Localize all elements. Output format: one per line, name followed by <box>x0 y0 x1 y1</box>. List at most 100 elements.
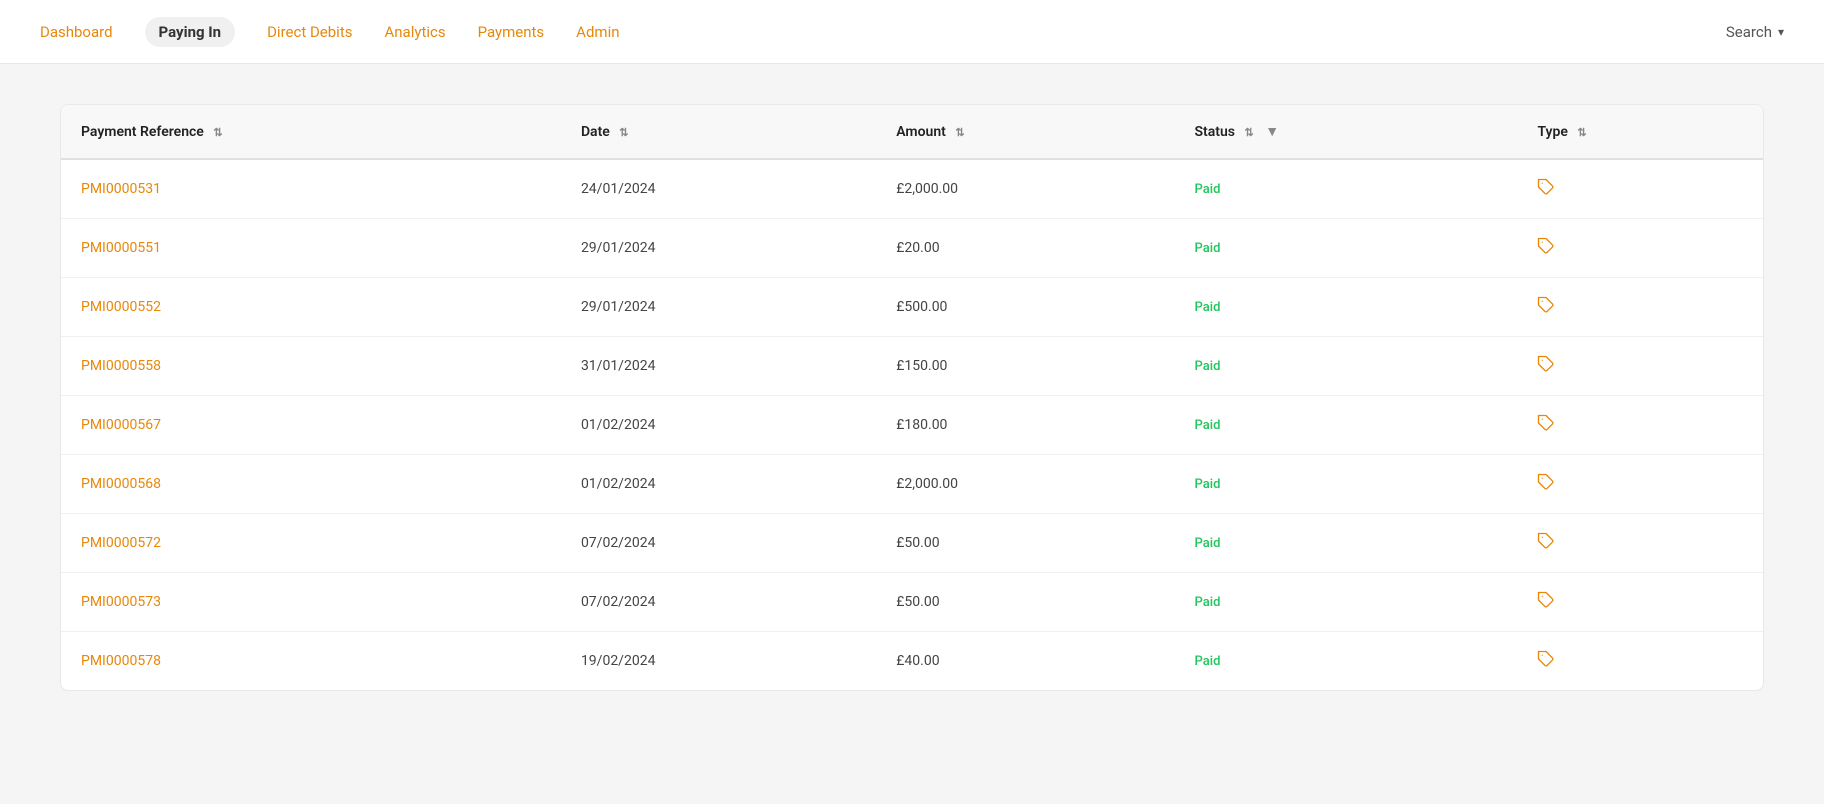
cell-amount: £50.00 <box>876 573 1174 632</box>
payment-reference-link[interactable]: PMI0000551 <box>81 240 161 256</box>
cell-date: 01/02/2024 <box>561 396 876 455</box>
cell-status: Paid <box>1175 159 1518 219</box>
sort-icon-amount: ⇅ <box>955 126 964 139</box>
cell-amount: £180.00 <box>876 396 1174 455</box>
cell-payment-reference: PMI0000572 <box>61 514 561 573</box>
table-header-row: Payment Reference ⇅ Date ⇅ Amount ⇅ St <box>61 105 1763 159</box>
type-icon <box>1537 535 1555 554</box>
type-icon <box>1537 653 1555 672</box>
cell-type <box>1517 632 1763 691</box>
cell-type <box>1517 219 1763 278</box>
cell-amount: £150.00 <box>876 337 1174 396</box>
cell-payment-reference: PMI0000573 <box>61 573 561 632</box>
col-header-amount[interactable]: Amount ⇅ <box>876 105 1174 159</box>
cell-payment-reference: PMI0000567 <box>61 396 561 455</box>
cell-type <box>1517 278 1763 337</box>
cell-payment-reference: PMI0000558 <box>61 337 561 396</box>
col-label-date: Date <box>581 124 610 140</box>
search-dropdown-arrow-icon: ▾ <box>1778 25 1784 39</box>
cell-amount: £20.00 <box>876 219 1174 278</box>
cell-amount: £50.00 <box>876 514 1174 573</box>
cell-status: Paid <box>1175 337 1518 396</box>
table-row: PMI0000573 07/02/2024£50.00 Paid <box>61 573 1763 632</box>
cell-amount: £40.00 <box>876 632 1174 691</box>
cell-amount: £2,000.00 <box>876 455 1174 514</box>
cell-date: 29/01/2024 <box>561 278 876 337</box>
cell-date: 29/01/2024 <box>561 219 876 278</box>
type-icon <box>1537 240 1555 259</box>
status-badge: Paid <box>1195 477 1221 492</box>
cell-type <box>1517 514 1763 573</box>
col-header-date[interactable]: Date ⇅ <box>561 105 876 159</box>
status-badge: Paid <box>1195 418 1221 433</box>
nav-item-dashboard[interactable]: Dashboard <box>40 19 113 45</box>
cell-status: Paid <box>1175 632 1518 691</box>
cell-type <box>1517 573 1763 632</box>
cell-status: Paid <box>1175 396 1518 455</box>
filter-icon[interactable]: ▼ <box>1265 124 1279 140</box>
nav-item-admin[interactable]: Admin <box>576 19 619 45</box>
cell-status: Paid <box>1175 573 1518 632</box>
cell-status: Paid <box>1175 455 1518 514</box>
type-icon <box>1537 476 1555 495</box>
col-label-amount: Amount <box>896 124 946 140</box>
search-trigger[interactable]: Search ▾ <box>1726 23 1784 41</box>
status-badge: Paid <box>1195 536 1221 551</box>
payment-reference-link[interactable]: PMI0000578 <box>81 653 161 669</box>
col-header-type[interactable]: Type ⇅ <box>1517 105 1763 159</box>
table-row: PMI0000531 24/01/2024£2,000.00 Paid <box>61 159 1763 219</box>
col-header-payment-reference[interactable]: Payment Reference ⇅ <box>61 105 561 159</box>
table-row: PMI0000572 07/02/2024£50.00 Paid <box>61 514 1763 573</box>
cell-date: 07/02/2024 <box>561 514 876 573</box>
status-badge: Paid <box>1195 654 1221 669</box>
payments-table: Payment Reference ⇅ Date ⇅ Amount ⇅ St <box>61 105 1763 690</box>
table-row: PMI000057819/02/2024£40.00Paid <box>61 632 1763 691</box>
sort-icon-date: ⇅ <box>619 126 628 139</box>
type-icon <box>1537 181 1555 200</box>
col-header-status[interactable]: Status ⇅ ▼ <box>1175 105 1518 159</box>
type-icon <box>1537 417 1555 436</box>
payment-reference-link[interactable]: PMI0000573 <box>81 594 161 610</box>
navbar: Dashboard Paying In Direct Debits Analyt… <box>0 0 1824 64</box>
col-label-status: Status <box>1195 124 1235 140</box>
cell-date: 01/02/2024 <box>561 455 876 514</box>
payment-reference-link[interactable]: PMI0000558 <box>81 358 161 374</box>
status-badge: Paid <box>1195 300 1221 315</box>
cell-date: 24/01/2024 <box>561 159 876 219</box>
cell-type <box>1517 337 1763 396</box>
cell-amount: £2,000.00 <box>876 159 1174 219</box>
payment-reference-link[interactable]: PMI0000531 <box>81 181 161 197</box>
payment-reference-link[interactable]: PMI0000552 <box>81 299 161 315</box>
sort-icon-payment-reference: ⇅ <box>213 126 222 139</box>
nav-item-payments[interactable]: Payments <box>478 19 545 45</box>
table-scroll-wrapper[interactable]: Payment Reference ⇅ Date ⇅ Amount ⇅ St <box>61 105 1763 690</box>
search-label: Search <box>1726 23 1772 41</box>
payment-reference-link[interactable]: PMI0000567 <box>81 417 161 433</box>
table-row: PMI0000558 31/01/2024£150.00 Paid <box>61 337 1763 396</box>
nav-item-paying-in[interactable]: Paying In <box>145 17 236 47</box>
main-content: Payment Reference ⇅ Date ⇅ Amount ⇅ St <box>0 64 1824 731</box>
cell-date: 31/01/2024 <box>561 337 876 396</box>
table-row: PMI0000568 01/02/2024£2,000.00 Paid <box>61 455 1763 514</box>
table-row: PMI000055129/01/2024£20.00Paid <box>61 219 1763 278</box>
cell-payment-reference: PMI0000551 <box>61 219 561 278</box>
nav-links: Dashboard Paying In Direct Debits Analyt… <box>40 17 620 47</box>
cell-amount: £500.00 <box>876 278 1174 337</box>
nav-item-direct-debits[interactable]: Direct Debits <box>267 19 352 45</box>
payment-reference-link[interactable]: PMI0000572 <box>81 535 161 551</box>
status-badge: Paid <box>1195 182 1221 197</box>
status-badge: Paid <box>1195 359 1221 374</box>
payment-reference-link[interactable]: PMI0000568 <box>81 476 161 492</box>
col-label-type: Type <box>1537 124 1567 140</box>
col-label-payment-reference: Payment Reference <box>81 124 204 140</box>
cell-date: 07/02/2024 <box>561 573 876 632</box>
cell-payment-reference: PMI0000568 <box>61 455 561 514</box>
type-icon <box>1537 299 1555 318</box>
cell-type <box>1517 159 1763 219</box>
status-badge: Paid <box>1195 595 1221 610</box>
table-row: PMI0000567 01/02/2024£180.00 Paid <box>61 396 1763 455</box>
cell-payment-reference: PMI0000578 <box>61 632 561 691</box>
type-icon <box>1537 358 1555 377</box>
nav-item-analytics[interactable]: Analytics <box>384 19 445 45</box>
payments-table-container: Payment Reference ⇅ Date ⇅ Amount ⇅ St <box>60 104 1764 691</box>
